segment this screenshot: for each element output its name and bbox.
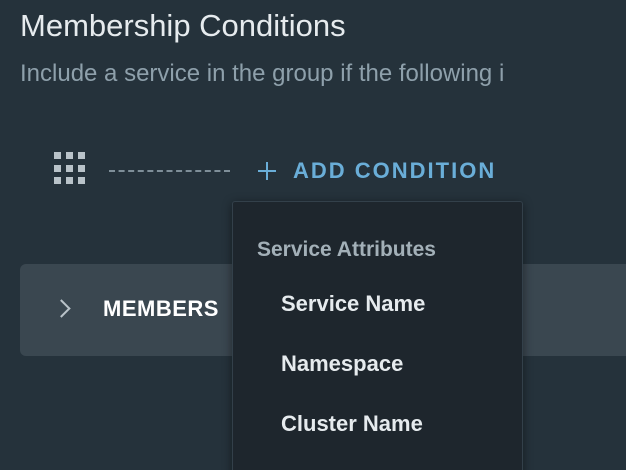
grip-dot xyxy=(66,152,73,159)
grip-dot xyxy=(54,164,61,172)
grip-dot xyxy=(66,164,73,172)
dropdown-group-header: Service Attributes xyxy=(257,238,436,261)
condition-type-dropdown: Service Attributes Service Name Namespac… xyxy=(232,201,523,470)
grip-dot xyxy=(54,177,61,185)
plus-icon xyxy=(258,162,276,180)
dropdown-item-namespace[interactable]: Namespace xyxy=(281,351,403,377)
add-condition-button[interactable]: ADD CONDITION xyxy=(258,156,496,186)
members-label: MEMBERS xyxy=(103,296,219,321)
grip-dot xyxy=(66,177,73,185)
grip-dot xyxy=(78,152,85,159)
section-subtitle: Include a service in the group if the fo… xyxy=(20,60,505,87)
grip-dot xyxy=(78,164,85,172)
dropdown-item-service-name[interactable]: Service Name xyxy=(281,291,425,317)
section-title: Membership Conditions xyxy=(20,8,346,43)
connector-line xyxy=(109,170,230,172)
add-condition-label: ADD CONDITION xyxy=(293,158,497,183)
grip-dot xyxy=(78,177,85,185)
grip-icon[interactable] xyxy=(54,152,87,185)
grip-dot xyxy=(54,152,61,159)
membership-conditions-page: Membership Conditions Include a service … xyxy=(0,0,626,470)
dropdown-item-cluster-name[interactable]: Cluster Name xyxy=(281,411,423,437)
